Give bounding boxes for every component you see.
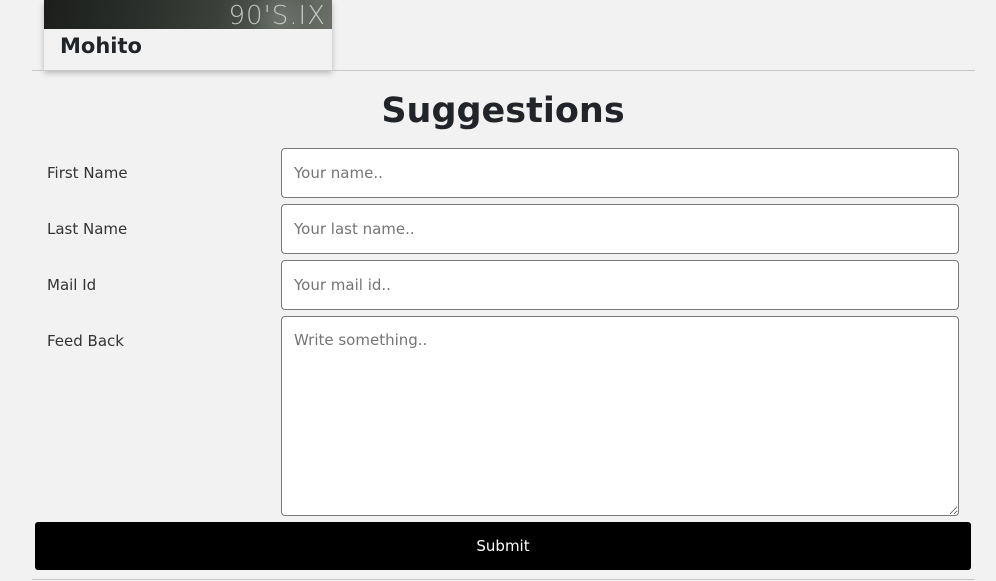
mail-id-input[interactable] <box>281 260 959 310</box>
first-name-label: First Name <box>47 164 128 182</box>
page: 90'S.IX Mohito Suggestions First Name La… <box>0 0 996 581</box>
card-title: Mohito <box>60 34 142 58</box>
mail-id-label: Mail Id <box>47 276 97 294</box>
last-name-input[interactable] <box>281 204 959 254</box>
divider-top <box>32 70 975 71</box>
submit-button[interactable]: Submit <box>35 522 971 570</box>
feedback-label: Feed Back <box>47 332 124 350</box>
last-name-label: Last Name <box>47 220 128 238</box>
page-title: Suggestions <box>381 91 625 131</box>
divider-bottom <box>32 579 975 580</box>
product-card[interactable]: 90'S.IX Mohito <box>44 0 332 70</box>
image-watermark-text: 90'S.IX <box>228 1 326 29</box>
first-name-input[interactable] <box>281 148 959 198</box>
product-image: 90'S.IX <box>44 0 332 29</box>
feedback-textarea[interactable] <box>281 316 959 516</box>
